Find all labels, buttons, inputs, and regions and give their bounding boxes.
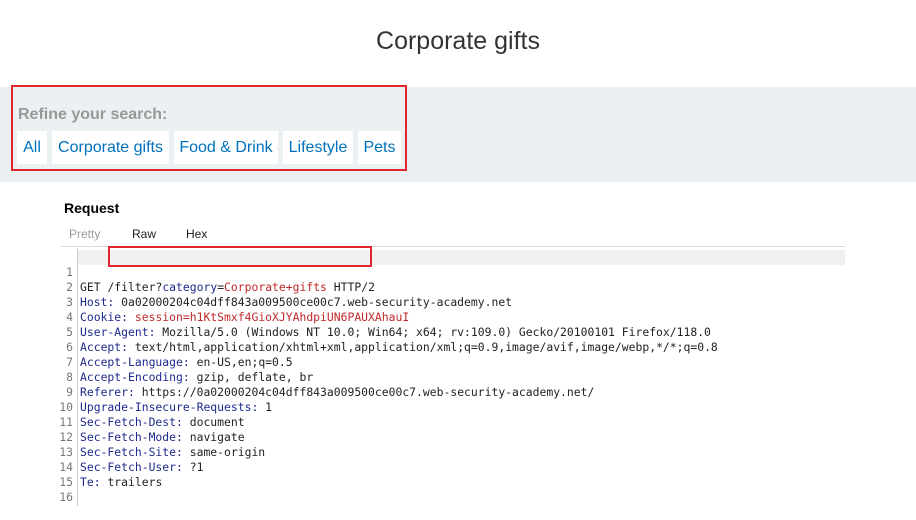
line-number: 16 <box>59 490 73 504</box>
code-line-6: 6 Accept-Language: en-US,en;q=0.5 <box>56 325 856 369</box>
code-line-11: 11 Sec-Fetch-Mode: navigate <box>56 400 856 444</box>
code-line-7: 7 Accept-Encoding: gzip, deflate, br <box>56 340 856 384</box>
code-line-13: 13 Sec-Fetch-User: ?1 <box>56 430 856 474</box>
request-title: Request <box>64 200 120 216</box>
tab-pretty[interactable]: Pretty <box>69 227 100 241</box>
code-line-16: 16 <box>56 475 856 504</box>
page-title: Corporate gifts <box>376 27 540 55</box>
code-line-15: 15 <box>56 460 856 489</box>
filter-highlight-box <box>11 85 407 171</box>
code-line-2: 2 Host: 0a02000204c04dff843a009500ce00c7… <box>56 265 856 309</box>
request-editor[interactable]: 1 GET /filter?category=Corporate+gifts H… <box>56 250 856 504</box>
tab-raw[interactable]: Raw <box>132 227 156 241</box>
url-highlight-box <box>108 246 372 267</box>
code-line-10: 10 Sec-Fetch-Dest: document <box>56 385 856 429</box>
tab-hex[interactable]: Hex <box>186 227 207 241</box>
code-line-8: 8 Referer: https://0a02000204c04dff843a0… <box>56 355 856 399</box>
code-line-4: 4 User-Agent: Mozilla/5.0 (Windows NT 10… <box>56 295 856 339</box>
code-line-12: 12 Sec-Fetch-Site: same-origin <box>56 415 856 459</box>
code-line-14: 14 Te: trailers <box>56 445 856 489</box>
code-line-3: 3 Cookie: session=h1KtSmxf4GioXJYAhdpiUN… <box>56 280 856 324</box>
code-line-5: 5 Accept: text/html,application/xhtml+xm… <box>56 310 856 354</box>
code-line-9: 9 Upgrade-Insecure-Requests: 1 <box>56 370 856 414</box>
